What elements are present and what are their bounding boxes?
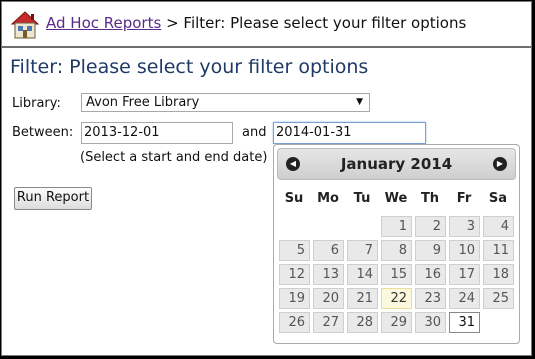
calendar-day[interactable]: 12: [279, 264, 310, 285]
calendar-day[interactable]: 5: [279, 240, 310, 261]
header: Ad Hoc Reports > Filter: Please select y…: [2, 2, 531, 47]
calendar-day[interactable]: 29: [381, 312, 412, 333]
weekday-header: Sa: [488, 191, 508, 206]
weekday-header: We: [384, 191, 408, 206]
datepicker-header: January 2014 ◀ ▶: [277, 148, 516, 180]
calendar-day[interactable]: 17: [449, 264, 480, 285]
next-month-icon[interactable]: ▶: [493, 157, 507, 171]
date-hint: (Select a start and end date): [80, 150, 268, 165]
page-title: Filter: Please select your filter option…: [10, 56, 369, 78]
weekday-header: Mo: [317, 191, 339, 206]
prev-month-icon[interactable]: ◀: [286, 157, 300, 171]
between-label: Between:: [12, 125, 74, 140]
breadcrumb: Ad Hoc Reports > Filter: Please select y…: [46, 14, 466, 32]
calendar-day[interactable]: 6: [313, 240, 344, 261]
calendar-day[interactable]: 20: [313, 288, 344, 309]
calendar-day[interactable]: 13: [313, 264, 344, 285]
app-window: Ad Hoc Reports > Filter: Please select y…: [1, 1, 532, 356]
calendar-day[interactable]: 3: [449, 216, 480, 237]
home-icon[interactable]: [8, 8, 42, 40]
start-date-input[interactable]: 2013-12-01: [81, 122, 233, 144]
calendar-day[interactable]: 14: [347, 264, 378, 285]
calendar-day[interactable]: 10: [449, 240, 480, 261]
calendar-day[interactable]: 21: [347, 288, 378, 309]
datepicker: January 2014 ◀ ▶ Su Mo Tu We Th Fr Sa 1 2 3 4 5 6 7 8 9…: [273, 144, 520, 344]
calendar-day[interactable]: 8: [381, 240, 412, 261]
calendar-day[interactable]: 27: [313, 312, 344, 333]
weekday-header: Su: [284, 191, 304, 206]
weekday-header: Tu: [353, 191, 371, 206]
end-date-input[interactable]: 2014-01-31: [273, 122, 426, 144]
breadcrumb-current: > Filter: Please select your filter opti…: [161, 14, 467, 32]
calendar-day[interactable]: 26: [279, 312, 310, 333]
library-label: Library:: [12, 96, 61, 111]
calendar-day[interactable]: 25: [483, 288, 514, 309]
calendar-day[interactable]: 2: [415, 216, 446, 237]
run-report-button[interactable]: Run Report: [14, 187, 92, 210]
calendar-day[interactable]: 18: [483, 264, 514, 285]
calendar-day[interactable]: 23: [415, 288, 446, 309]
calendar-day[interactable]: 9: [415, 240, 446, 261]
calendar-day[interactable]: 30: [415, 312, 446, 333]
weekday-header: Fr: [456, 191, 472, 206]
weekday-header: Th: [420, 191, 440, 206]
calendar-day[interactable]: 31: [449, 312, 480, 333]
chevron-down-icon: ▼: [356, 97, 363, 107]
datepicker-title: January 2014: [340, 155, 453, 173]
library-select[interactable]: Avon Free Library ▼: [81, 93, 370, 112]
calendar-day[interactable]: 24: [449, 288, 480, 309]
calendar-day[interactable]: 28: [347, 312, 378, 333]
calendar-day[interactable]: 22: [381, 288, 412, 309]
calendar-day[interactable]: 15: [381, 264, 412, 285]
breadcrumb-link-ad-hoc-reports[interactable]: Ad Hoc Reports: [46, 14, 161, 32]
library-select-value: Avon Free Library: [86, 95, 200, 110]
calendar-day[interactable]: 16: [415, 264, 446, 285]
calendar-day[interactable]: 1: [381, 216, 412, 237]
calendar-day[interactable]: 19: [279, 288, 310, 309]
calendar-day[interactable]: 4: [483, 216, 514, 237]
calendar-day[interactable]: 11: [483, 240, 514, 261]
header-divider: [2, 46, 531, 48]
calendar-day[interactable]: 7: [347, 240, 378, 261]
and-label: and: [242, 125, 267, 140]
